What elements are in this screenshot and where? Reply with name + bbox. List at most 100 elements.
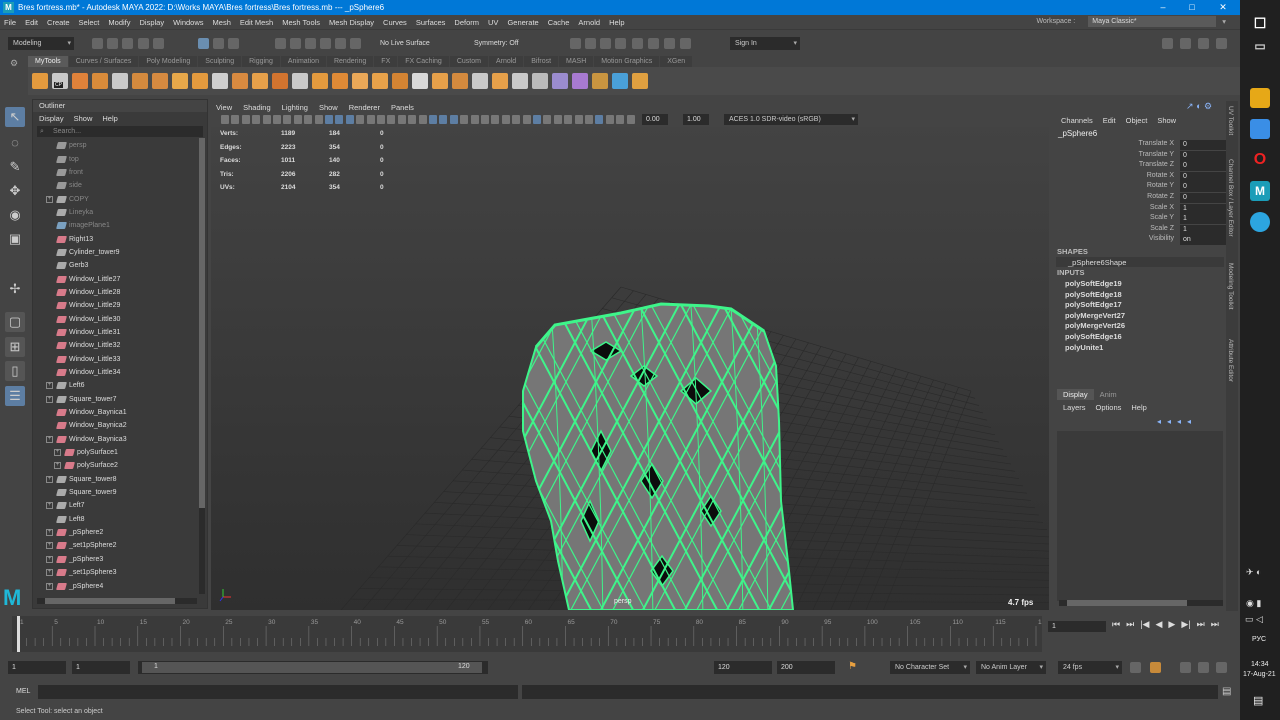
telegram-icon[interactable]	[1250, 212, 1270, 232]
input-node[interactable]: polyUnite1	[1065, 343, 1103, 352]
expand-icon[interactable]: +	[46, 529, 53, 537]
save-scene-icon[interactable]	[122, 38, 133, 49]
open-scene-icon[interactable]	[107, 38, 118, 49]
attribute-editor-icon[interactable]	[1180, 38, 1191, 49]
outliner-item[interactable]: imagePlane1	[33, 219, 207, 232]
tray-icons[interactable]: ✈ ◐	[1246, 567, 1261, 578]
outliner-item[interactable]: + COPY	[33, 192, 207, 205]
mel-label[interactable]: MEL	[16, 688, 30, 695]
outliner-item[interactable]: + _set1pSphere2	[33, 539, 207, 552]
viewport-toolbar-icon[interactable]	[293, 115, 302, 124]
shelf-tool-icon[interactable]	[512, 73, 528, 89]
channel-menu-edit[interactable]: Edit	[1103, 116, 1116, 125]
close-button[interactable]: ✕	[1208, 0, 1238, 15]
outliner-item[interactable]: Window_Little34	[33, 366, 207, 379]
current-frame-field[interactable]: 1	[1048, 621, 1106, 632]
outliner-item[interactable]: + Window_Baynica3	[33, 433, 207, 446]
shelf-tool-icon[interactable]	[292, 73, 308, 89]
opera-icon[interactable]: O	[1250, 150, 1270, 170]
expand-icon[interactable]: +	[46, 382, 53, 390]
viewport-toolbar-icon[interactable]	[262, 115, 271, 124]
menu-surfaces[interactable]: Surfaces	[416, 18, 446, 27]
channel-attr-row[interactable]: Visibility on	[1054, 235, 1226, 246]
outliner-item[interactable]: + Square_tower8	[33, 473, 207, 486]
tray-icons-2[interactable]: ◉ ▮	[1246, 598, 1261, 609]
menu-help[interactable]: Help	[609, 18, 624, 27]
cache-playback-icon[interactable]	[1150, 662, 1161, 673]
outliner-item[interactable]: Window_Little33	[33, 353, 207, 366]
shelf-tool-icon[interactable]	[612, 73, 628, 89]
snap-point-icon[interactable]	[305, 38, 316, 49]
input-node[interactable]: polySoftEdge17	[1065, 300, 1122, 309]
viewport-toolbar-icon[interactable]	[449, 115, 458, 124]
task-view-icon[interactable]: ▭	[1250, 36, 1270, 56]
outliner-item[interactable]: + _set1pSphere3	[33, 566, 207, 579]
expand-icon[interactable]: +	[46, 395, 53, 403]
viewport-toolbar-icon[interactable]	[252, 115, 261, 124]
shelf-tab-sculpting[interactable]: Sculpting	[198, 56, 242, 67]
shelf-tool-icon[interactable]	[552, 73, 568, 89]
browser-icon[interactable]	[1250, 119, 1270, 139]
input-node[interactable]: polySoftEdge19	[1065, 279, 1122, 288]
snap-view-icon[interactable]	[320, 38, 331, 49]
menu-edit[interactable]: Edit	[25, 18, 38, 27]
colorspace-dropdown[interactable]: ACES 1.0 SDR-video (sRGB)	[724, 114, 858, 125]
shelf-tool-icon[interactable]	[212, 73, 228, 89]
channel-menu-channels[interactable]: Channels	[1061, 116, 1093, 125]
playback-button[interactable]: ⏮	[1112, 619, 1120, 630]
expand-icon[interactable]: +	[54, 449, 61, 457]
shelf-tab-xgen[interactable]: XGen	[660, 56, 693, 67]
menu-file[interactable]: File	[4, 18, 16, 27]
side-tab[interactable]: Modeling Toolkit	[1227, 263, 1234, 310]
pause-icon[interactable]	[664, 38, 675, 49]
channel-attr-value[interactable]: on	[1180, 235, 1226, 246]
shelf-tab-motion-graphics[interactable]: Motion Graphics	[594, 56, 660, 67]
viewport-toolbar-icon[interactable]	[564, 115, 573, 124]
shelf-tool-icon[interactable]	[132, 73, 148, 89]
four-view-icon[interactable]: ⊞	[5, 337, 25, 357]
channel-attr-value[interactable]: 0	[1180, 140, 1226, 150]
playback-button[interactable]: |◀	[1140, 619, 1149, 630]
shelf-tool-icon[interactable]	[352, 73, 368, 89]
playback-button[interactable]: ◀	[1155, 619, 1162, 630]
select-hierarchy-icon[interactable]	[198, 38, 209, 49]
shelf-tab-mash[interactable]: MASH	[559, 56, 594, 67]
viewport-toolbar-icon[interactable]	[273, 115, 281, 124]
snap-curve-icon[interactable]	[290, 38, 301, 49]
action-center-icon[interactable]: ▤	[1253, 694, 1263, 707]
auto-key-icon[interactable]: ⚑	[848, 661, 857, 672]
shelf-tool-icon[interactable]	[232, 73, 248, 89]
outliner-search[interactable]: ⌕ Search...	[37, 126, 203, 137]
input-node[interactable]: polySoftEdge16	[1065, 332, 1122, 341]
new-scene-icon[interactable]	[92, 38, 103, 49]
outliner-item[interactable]: Window_Little29	[33, 299, 207, 312]
playback-end-field[interactable]: 120	[714, 661, 772, 674]
channel-menu-object[interactable]: Object	[1126, 116, 1148, 125]
shelf-tool-icon[interactable]	[152, 73, 168, 89]
outliner-item[interactable]: Window_Baynica2	[33, 419, 207, 432]
viewport-menu-panels[interactable]: Panels	[391, 103, 414, 112]
channel-attr-row[interactable]: Rotate Z 0	[1054, 193, 1226, 204]
viewport-toolbar-icon[interactable]	[345, 115, 354, 124]
playback-button[interactable]: ⏭	[1197, 619, 1205, 630]
new-layer-icon[interactable]: ◂	[1157, 417, 1161, 426]
language-indicator[interactable]: РУС	[1252, 636, 1266, 643]
expand-icon[interactable]: +	[46, 542, 53, 550]
layer-hscroll[interactable]	[1059, 600, 1223, 606]
expand-icon[interactable]: +	[46, 475, 53, 483]
viewport-toolbar-icon[interactable]	[418, 115, 427, 124]
outliner-item[interactable]: + Left6	[33, 379, 207, 392]
viewport-toolbar-icon[interactable]	[522, 115, 531, 124]
channel-attr-value[interactable]: 0	[1180, 171, 1226, 182]
viewport-toolbar-icon[interactable]	[335, 115, 344, 124]
viewport-toolbar-icon[interactable]	[241, 115, 250, 124]
shelf-tool-icon[interactable]	[412, 73, 428, 89]
workspace-dropdown[interactable]: Maya Classic*	[1088, 16, 1217, 27]
tool-settings-icon[interactable]	[1198, 38, 1209, 49]
move-tool-icon[interactable]: ✥	[5, 181, 25, 201]
viewport-toolbar-icon[interactable]	[616, 115, 625, 124]
shelf-tool-icon[interactable]	[252, 73, 268, 89]
menu-edit-mesh[interactable]: Edit Mesh	[240, 18, 273, 27]
outliner-item[interactable]: + _pSphere4	[33, 579, 207, 592]
shelf-tab-curves-surfaces[interactable]: Curves / Surfaces	[68, 56, 139, 67]
